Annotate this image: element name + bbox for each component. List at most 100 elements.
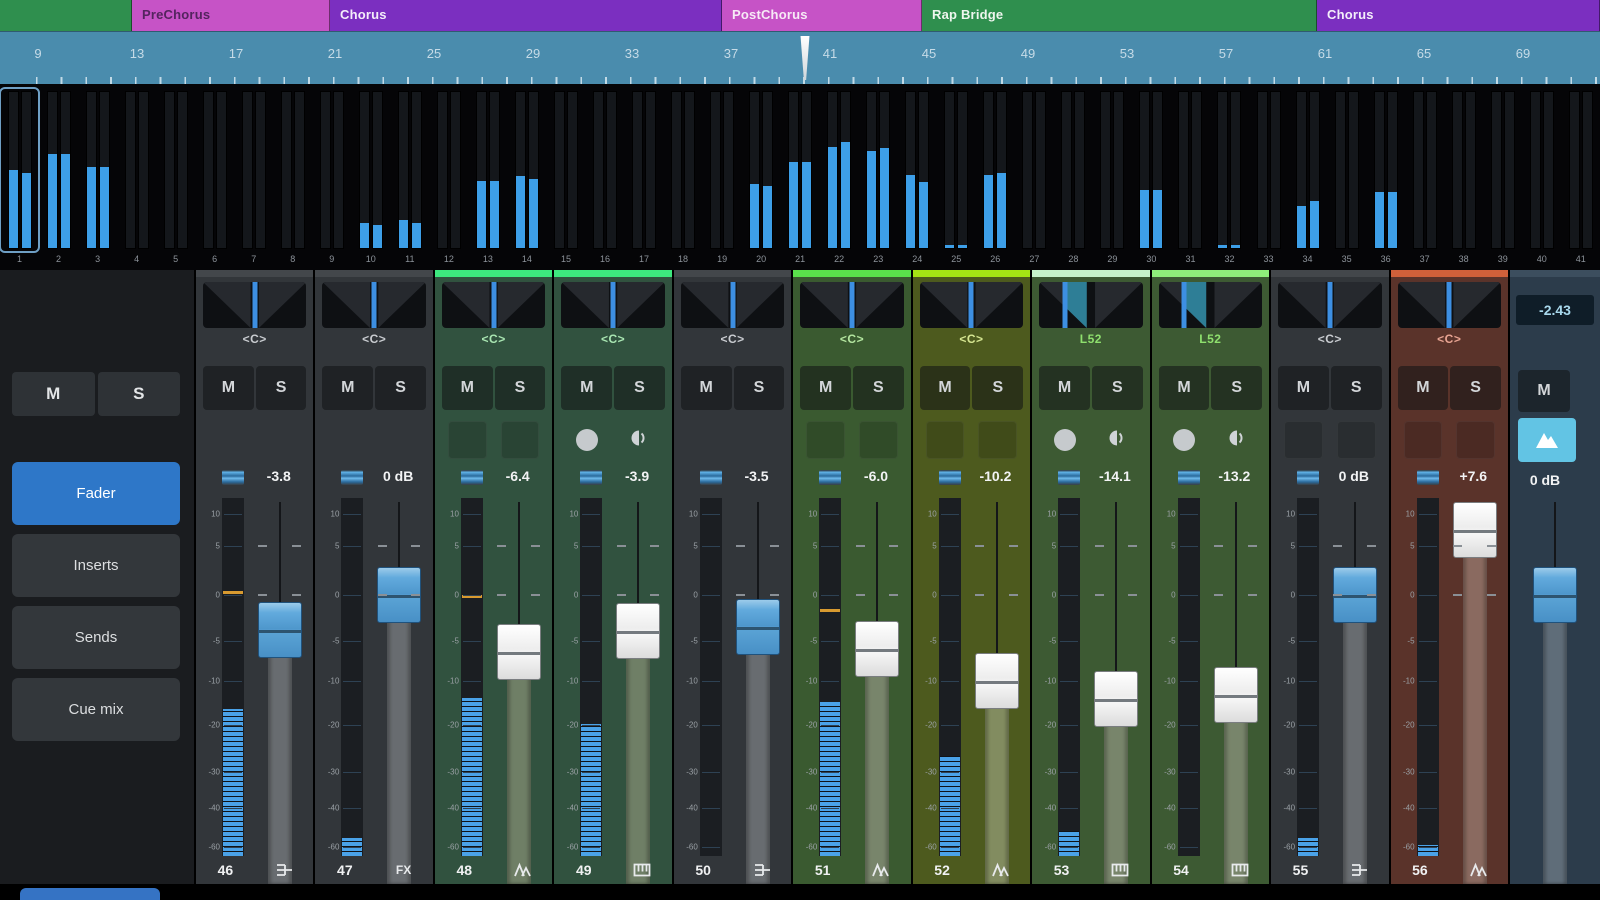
solo-button[interactable]: S [614,366,665,410]
fader[interactable] [728,498,788,856]
channel-select[interactable]: 48 [435,856,552,884]
overview-channel[interactable] [468,88,507,252]
solo-button[interactable]: S [256,366,307,410]
overview-channel[interactable] [820,88,859,252]
overview-channel[interactable] [78,88,117,252]
overview-channel[interactable] [390,88,429,252]
mute-button[interactable]: M [1159,366,1210,410]
overview-channel[interactable] [625,88,664,252]
fader[interactable] [489,498,549,856]
monitor-button[interactable] [1227,428,1247,453]
fader-cap[interactable] [975,653,1019,709]
playhead[interactable] [798,36,812,80]
section-segment[interactable]: Chorus [1317,0,1600,31]
channel-select[interactable]: 53 [1032,856,1149,884]
overview-channel[interactable] [1522,88,1561,252]
record-arm-button[interactable] [576,429,598,451]
mute-button[interactable]: M [1278,366,1329,410]
channel-select[interactable]: 52 [913,856,1030,884]
mute-button[interactable]: M [561,366,612,410]
mute-button[interactable]: M [1398,366,1449,410]
overview-channel[interactable] [1132,88,1171,252]
fader-cap[interactable] [497,624,541,680]
channel-select[interactable]: 54 [1152,856,1269,884]
fader[interactable] [967,498,1027,856]
master-fader[interactable] [1525,498,1585,884]
fader-cap[interactable] [1214,667,1258,723]
fader-cap[interactable] [258,602,302,658]
channel-select[interactable]: 56 [1391,856,1508,884]
overview-channel[interactable] [1288,88,1327,252]
solo-button[interactable]: S [972,366,1023,410]
overview-channel[interactable] [1561,88,1600,252]
overview-channel[interactable] [781,88,820,252]
section-segment[interactable]: PreChorus [132,0,330,31]
overview-channel[interactable] [39,88,78,252]
mute-button[interactable]: M [800,366,851,410]
overview-channel[interactable] [273,88,312,252]
mute-button[interactable]: M [442,366,493,410]
record-arm-button[interactable] [1054,429,1076,451]
solo-button[interactable]: S [734,366,785,410]
solo-button[interactable]: S [1331,366,1382,410]
solo-button[interactable]: S [495,366,546,410]
pan-control[interactable] [1398,282,1501,328]
sidebar-tab-sends[interactable]: Sends [12,606,180,669]
fader-cap[interactable] [736,599,780,655]
fader[interactable] [847,498,907,856]
mute-button[interactable]: M [203,366,254,410]
sidebar-tab-cue-mix[interactable]: Cue mix [12,678,180,741]
overview-channel[interactable] [1366,88,1405,252]
pan-control[interactable] [1039,282,1142,328]
overview-channel[interactable] [1327,88,1366,252]
timeline-ruler[interactable]: 9131721252933374145495357616569 [0,31,1600,84]
pan-control[interactable] [322,282,425,328]
pan-control[interactable] [800,282,903,328]
master-main-output-button[interactable] [1518,418,1576,462]
channel-select[interactable]: 51 [793,856,910,884]
overview-channel[interactable] [742,88,781,252]
pan-control[interactable] [561,282,664,328]
overview-channel[interactable] [1015,88,1054,252]
section-segment[interactable] [0,0,132,31]
overview-channel[interactable] [1405,88,1444,252]
overview-channel[interactable] [1054,88,1093,252]
fader[interactable] [1445,498,1505,856]
overview-channel[interactable] [898,88,937,252]
pan-control[interactable] [203,282,306,328]
section-segment[interactable]: PostChorus [722,0,922,31]
overview-channel[interactable] [117,88,156,252]
pan-control[interactable] [442,282,545,328]
overview-channel[interactable] [156,88,195,252]
mute-button[interactable]: M [322,366,373,410]
fader-cap[interactable] [1094,671,1138,727]
overview-channel[interactable] [351,88,390,252]
mute-button[interactable]: M [681,366,732,410]
fader[interactable] [250,498,310,856]
master-mute-button[interactable]: M [1518,370,1570,412]
fader-cap[interactable] [616,603,660,659]
overview-channel[interactable] [1444,88,1483,252]
fader[interactable] [1086,498,1146,856]
channel-select[interactable]: 46 [196,856,313,884]
pan-control[interactable] [681,282,784,328]
pan-control[interactable] [1159,282,1262,328]
fader-cap[interactable] [855,621,899,677]
fader[interactable] [1206,498,1266,856]
global-mute-button[interactable]: M [12,372,95,416]
overview-channel[interactable] [937,88,976,252]
channel-select[interactable]: 47 FX [315,856,432,884]
overview-channel[interactable] [312,88,351,252]
pan-control[interactable] [1278,282,1381,328]
channel-select[interactable]: 50 [674,856,791,884]
solo-button[interactable]: S [853,366,904,410]
overview-channel[interactable] [703,88,742,252]
overview-channel[interactable] [429,88,468,252]
section-segment[interactable]: Chorus [330,0,722,31]
fader-cap[interactable] [1453,502,1497,558]
monitor-button[interactable] [1107,428,1127,453]
global-solo-button[interactable]: S [98,372,181,416]
overview-channel[interactable] [664,88,703,252]
overview-channel[interactable] [1483,88,1522,252]
fader[interactable] [608,498,668,856]
